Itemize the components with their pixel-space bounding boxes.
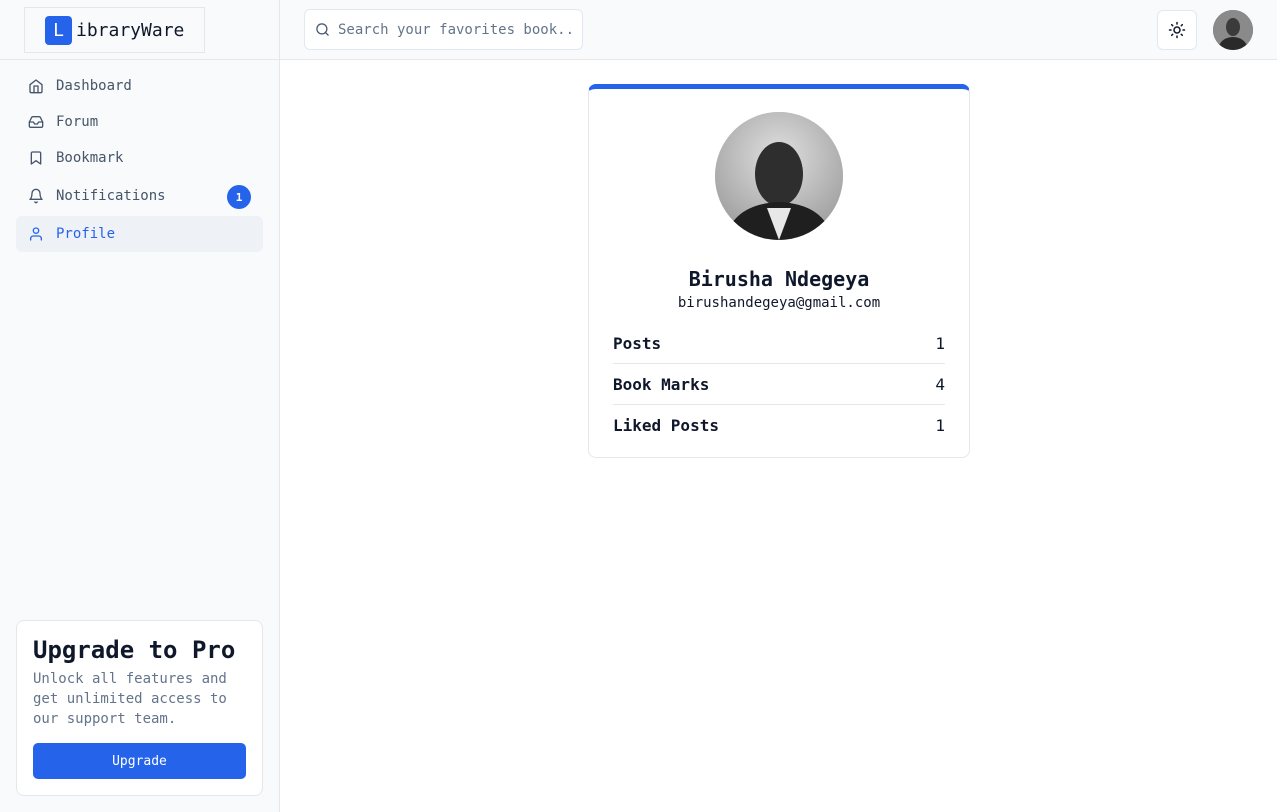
stat-value: 1 <box>935 333 945 353</box>
home-icon <box>28 78 44 94</box>
stat-label: Posts <box>613 333 662 353</box>
sidebar-item-dashboard[interactable]: Dashboard <box>16 68 263 104</box>
bookmark-icon <box>28 150 44 166</box>
sidebar-item-profile[interactable]: Profile <box>16 216 263 252</box>
logo-mark: L <box>45 15 72 45</box>
top-header <box>280 0 1277 60</box>
upgrade-button[interactable]: Upgrade <box>33 743 246 779</box>
sidebar-item-label: Bookmark <box>56 150 124 166</box>
user-icon <box>28 226 44 242</box>
stat-row-bookmarks: Book Marks 4 <box>613 364 945 405</box>
sidebar-item-label: Notifications <box>56 188 166 204</box>
sidebar-item-label: Dashboard <box>56 78 132 94</box>
sidebar: L ibraryWare Dashboard Forum Bookmark No… <box>0 0 280 812</box>
upgrade-title: Upgrade to Pro <box>33 636 236 664</box>
sidebar-nav: Dashboard Forum Bookmark Notifications 1 <box>16 68 263 252</box>
sidebar-item-forum[interactable]: Forum <box>16 104 263 140</box>
search-icon <box>315 22 330 37</box>
theme-toggle-button[interactable] <box>1157 10 1197 50</box>
notification-count-badge: 1 <box>227 185 251 209</box>
profile-stats: Posts 1 Book Marks 4 Liked Posts 1 <box>613 323 945 446</box>
search-input[interactable] <box>338 21 578 38</box>
upgrade-card: Upgrade to Pro Unlock all features and g… <box>16 620 263 796</box>
sidebar-item-label: Profile <box>56 226 116 242</box>
inbox-icon <box>28 114 44 130</box>
sun-icon <box>1168 21 1186 39</box>
stat-value: 4 <box>935 374 945 394</box>
profile-email: birushandegeya@gmail.com <box>677 295 881 311</box>
logo-text: ibraryWare <box>76 19 185 41</box>
logo-area: L ibraryWare <box>0 0 279 60</box>
bell-icon <box>28 188 44 204</box>
stat-value: 1 <box>935 416 945 435</box>
sidebar-item-label: Forum <box>56 114 99 130</box>
app-logo[interactable]: L ibraryWare <box>24 7 205 53</box>
stat-row-liked-posts: Liked Posts 1 <box>613 405 945 446</box>
upgrade-description: Unlock all features and get unlimited ac… <box>33 671 227 727</box>
sidebar-item-notifications[interactable]: Notifications 1 <box>16 176 263 216</box>
stat-row-posts: Posts 1 <box>613 323 945 364</box>
sidebar-item-bookmark[interactable]: Bookmark <box>16 140 263 176</box>
profile-card: Birusha Ndegeya birushandegeya@gmail.com… <box>588 84 970 458</box>
profile-name: Birusha Ndegeya <box>688 267 870 291</box>
search-box <box>304 9 583 50</box>
stat-label: Book Marks <box>613 374 710 394</box>
stat-label: Liked Posts <box>613 416 719 435</box>
user-avatar[interactable] <box>1213 10 1253 50</box>
profile-avatar <box>715 112 843 240</box>
